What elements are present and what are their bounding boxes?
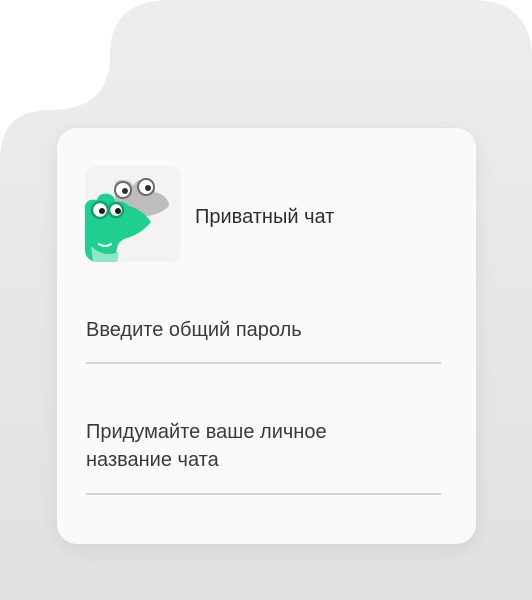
frog-icon xyxy=(85,178,169,262)
password-underline xyxy=(86,362,441,364)
app-title: Приватный чат xyxy=(195,206,335,228)
nickname-placeholder-line1: Придумайте ваше личное xyxy=(86,421,327,443)
password-placeholder: Введите общий пароль xyxy=(86,319,302,341)
private-chat-card: Приватный чат Введите общий пароль Приду… xyxy=(57,128,476,544)
app-logo xyxy=(85,166,181,262)
nickname-field[interactable]: Придумайте ваше личное название чата xyxy=(86,418,441,474)
nickname-placeholder-line2: название чата xyxy=(86,449,219,471)
password-field[interactable]: Введите общий пароль xyxy=(86,316,441,344)
nickname-underline xyxy=(86,493,441,495)
